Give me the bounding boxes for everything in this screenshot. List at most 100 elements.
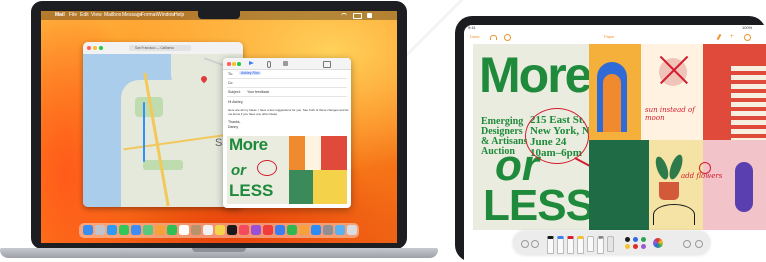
zoom-button[interactable] bbox=[99, 46, 103, 50]
podcasts-icon[interactable] bbox=[251, 225, 261, 235]
vase bbox=[735, 162, 753, 212]
add-icon[interactable]: + bbox=[730, 34, 734, 40]
poster-panel bbox=[321, 136, 347, 170]
to-label: To: bbox=[228, 72, 233, 76]
mail-signature: Danny bbox=[228, 125, 239, 129]
undo-icon[interactable] bbox=[521, 240, 529, 248]
tv-icon[interactable] bbox=[227, 225, 237, 235]
mail-greeting: Hi Ashley, bbox=[228, 100, 244, 104]
camera-notch bbox=[198, 11, 240, 19]
minimize-button[interactable] bbox=[93, 46, 97, 50]
minimize-palette-icon[interactable] bbox=[695, 240, 703, 248]
menu-item-edit[interactable]: Edit bbox=[80, 12, 89, 19]
drawn-plant bbox=[653, 204, 695, 225]
mail-icon[interactable] bbox=[131, 225, 141, 235]
arch-inner bbox=[603, 74, 621, 132]
minimize-button[interactable] bbox=[232, 62, 236, 66]
menu-item-window[interactable]: Window bbox=[157, 12, 175, 19]
photo-icon[interactable] bbox=[323, 61, 331, 68]
menu-item-view[interactable]: View bbox=[91, 12, 102, 19]
more-icon[interactable] bbox=[744, 34, 751, 41]
stairs bbox=[731, 66, 766, 140]
folder-icon[interactable] bbox=[335, 225, 345, 235]
send-icon[interactable] bbox=[249, 61, 254, 65]
photos-icon[interactable] bbox=[155, 225, 165, 235]
annotation-circle bbox=[525, 108, 589, 164]
crayon-tool[interactable] bbox=[577, 236, 584, 254]
menu-item-format[interactable]: Format bbox=[141, 12, 157, 19]
safari-icon[interactable] bbox=[107, 225, 117, 235]
poster-canvas[interactable]: More or LESS Emerging Designers & Artisa… bbox=[473, 44, 766, 230]
poster-title-less: LESS bbox=[229, 181, 274, 200]
color-picker-icon[interactable] bbox=[653, 238, 663, 248]
done-button[interactable]: Done bbox=[470, 34, 480, 39]
pencil-tool[interactable] bbox=[567, 236, 574, 254]
lasso-tool[interactable] bbox=[597, 236, 604, 254]
poster-panel bbox=[289, 170, 313, 204]
marker-tool[interactable] bbox=[557, 236, 564, 254]
ruler-tool[interactable] bbox=[607, 236, 614, 252]
menu-item-app[interactable]: Mail bbox=[55, 12, 65, 19]
format-icon[interactable] bbox=[283, 61, 288, 66]
trash-icon[interactable] bbox=[347, 225, 357, 235]
mail-compose-window[interactable]: To: Ashley Rico Cc: Subject: Your feedba… bbox=[223, 58, 351, 208]
undo-icon[interactable] bbox=[490, 35, 497, 40]
zoom-button[interactable] bbox=[237, 62, 241, 66]
maps-icon[interactable] bbox=[143, 225, 153, 235]
art-panel-plant bbox=[589, 140, 649, 230]
calendar-icon[interactable] bbox=[179, 225, 189, 235]
close-button[interactable] bbox=[87, 46, 91, 50]
menu-item-message[interactable]: Message bbox=[122, 12, 142, 19]
messages-icon[interactable] bbox=[119, 225, 129, 235]
color-swatch[interactable] bbox=[625, 244, 630, 249]
route-line bbox=[143, 102, 145, 162]
macbook-screen: Mail File Edit View Mailbox Message Form… bbox=[41, 11, 397, 243]
ipad-screen: 9:41 100% Done Paper + More or LESS Emer… bbox=[464, 25, 766, 262]
markup-pen-icon[interactable] bbox=[716, 33, 722, 41]
numbers-icon[interactable] bbox=[287, 225, 297, 235]
maps-window[interactable]: San Francisco — California Sa bbox=[83, 42, 243, 207]
redo-icon[interactable] bbox=[531, 240, 539, 248]
notes-icon[interactable] bbox=[215, 225, 225, 235]
poster-title-more: More bbox=[229, 136, 268, 154]
control-center-icon[interactable] bbox=[367, 13, 372, 18]
color-swatch[interactable] bbox=[633, 244, 638, 249]
facetime-icon[interactable] bbox=[167, 225, 177, 235]
recipient-token[interactable]: Ashley Rico bbox=[239, 71, 262, 75]
app-store-icon[interactable] bbox=[311, 225, 321, 235]
eraser-tool[interactable] bbox=[587, 236, 594, 252]
menu-item-file[interactable]: File bbox=[69, 12, 77, 19]
more-options-icon[interactable] bbox=[683, 240, 691, 248]
divider bbox=[227, 96, 347, 97]
status-battery: 100% bbox=[742, 25, 753, 30]
color-swatch[interactable] bbox=[633, 237, 638, 242]
poster-panel bbox=[313, 170, 347, 204]
attach-icon[interactable] bbox=[267, 61, 271, 68]
news-icon[interactable] bbox=[263, 225, 273, 235]
music-icon[interactable] bbox=[239, 225, 249, 235]
pen-tool[interactable] bbox=[547, 236, 554, 254]
subject-field[interactable]: Your feedback bbox=[247, 90, 269, 94]
toolbar-title: Paper bbox=[604, 34, 615, 39]
battery-icon[interactable] bbox=[353, 13, 362, 19]
launchpad-icon[interactable] bbox=[95, 225, 105, 235]
maps-search-field[interactable]: San Francisco — California bbox=[129, 45, 191, 51]
color-swatch[interactable] bbox=[641, 237, 646, 242]
contacts-icon[interactable] bbox=[191, 225, 201, 235]
menu-item-help[interactable]: Help bbox=[174, 12, 184, 19]
pages-icon[interactable] bbox=[299, 225, 309, 235]
settings-icon[interactable] bbox=[323, 225, 333, 235]
color-swatch[interactable] bbox=[625, 237, 630, 242]
share-icon[interactable] bbox=[504, 34, 511, 41]
wifi-icon[interactable] bbox=[341, 13, 347, 19]
color-swatch[interactable] bbox=[641, 244, 646, 249]
attached-poster[interactable]: More or LESS bbox=[227, 136, 347, 204]
finder-icon[interactable] bbox=[83, 225, 93, 235]
reminders-icon[interactable] bbox=[203, 225, 213, 235]
freeform-toolbar: Done Paper + bbox=[464, 31, 766, 43]
close-button[interactable] bbox=[227, 62, 231, 66]
mail-body-line: me know if you have any other Ideas. bbox=[228, 112, 278, 116]
divider bbox=[227, 87, 347, 88]
keynote-icon[interactable] bbox=[275, 225, 285, 235]
menu-item-mailbox[interactable]: Mailbox bbox=[104, 12, 121, 19]
